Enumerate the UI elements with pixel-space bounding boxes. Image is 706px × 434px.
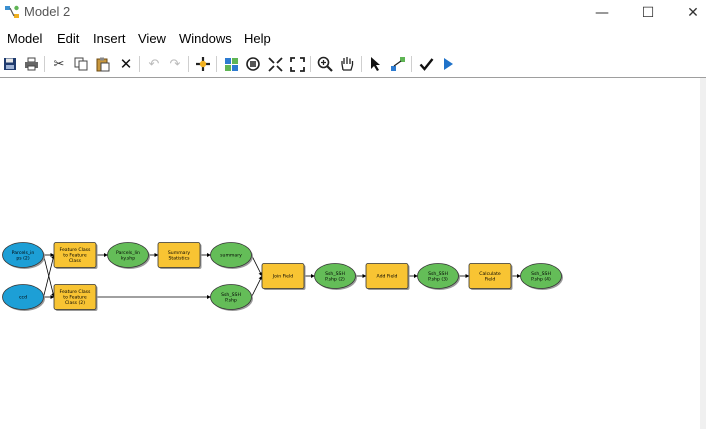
node-label: ccd [19,295,27,301]
pan-icon[interactable] [338,55,356,73]
node-label: Calculate [479,271,501,277]
node-parcels-in[interactable]: Parcels_inps (2) [2,242,46,270]
title-bar: Model 2 — ☐ ✕ [0,0,706,25]
auto-layout-icon[interactable] [222,55,240,73]
node-label: Class [69,258,82,264]
node-ssh-shp-3[interactable]: Ssh_SSHP.shp (3) [417,263,461,291]
node-label: Ssh_SSH [325,271,345,277]
fixed-zoom-out-icon[interactable] [288,55,306,73]
menu-bar: Model Edit Insert View Windows Help [0,28,706,50]
node-label: Statistics [169,255,191,261]
node-label: Summary [168,250,190,256]
paste-icon[interactable] [94,55,112,73]
minimize-button[interactable]: — [579,0,625,25]
node-fc-to-fc-2[interactable]: Feature Classto FeatureClass (2) [53,284,98,312]
model-diagram: Parcels_inps (2)ccdFeature Classto Featu… [2,242,564,312]
add-data-icon[interactable] [194,55,212,73]
connect-icon[interactable] [389,55,407,73]
redo-icon[interactable]: ↷ [166,55,184,73]
node-label: P.shp (4) [531,276,551,282]
node-label: to Feature [63,295,87,301]
zoom-in-icon[interactable] [316,55,334,73]
node-label: Ssh_SSH [221,292,241,298]
validate-icon[interactable] [417,55,435,73]
node-label: Add Field [377,274,398,280]
node-label: summary [220,253,242,259]
node-label: Join Field [272,274,293,280]
node-ssh-shp[interactable]: Ssh_SSHP.shp [210,284,254,312]
full-extent-icon[interactable] [244,55,262,73]
node-summary-stats[interactable]: SummaryStatistics [157,242,202,270]
select-icon[interactable] [367,55,385,73]
print-icon[interactable] [22,55,40,73]
connector-summary-to-join_field[interactable] [251,254,263,277]
node-label: Parcels_lin [116,250,140,256]
close-button[interactable]: ✕ [670,0,706,25]
node-label: ky.shp [121,255,135,261]
menu-view[interactable]: View [138,31,166,46]
node-ssh-shp-2[interactable]: Ssh_SSHP.shp (2) [314,263,358,291]
node-label: P.shp [225,297,237,303]
model-canvas[interactable]: Parcels_in ps (2) ccd Feature Class to Featu… [0,78,700,429]
node-label: Feature Class [60,247,92,253]
menu-help[interactable]: Help [244,31,271,46]
node-label: P.shp (2) [325,276,345,282]
window-title: Model 2 [24,4,71,19]
node-join-field[interactable]: Join Field [261,263,306,291]
node-add-field[interactable]: Add Field [365,263,410,291]
model-diagram-icon [5,5,19,18]
node-label: Ssh_SSH [428,271,448,277]
undo-icon[interactable]: ↶ [145,55,163,73]
node-calc-field[interactable]: CalculateField [468,263,513,291]
run-icon[interactable] [439,55,457,73]
vertical-scrollbar[interactable] [700,78,706,429]
maximize-button[interactable]: ☐ [625,0,671,25]
node-label: Feature Class [60,289,92,295]
fixed-zoom-in-icon[interactable] [266,55,284,73]
cut-icon[interactable]: ✂ [50,55,68,73]
save-icon[interactable] [1,55,19,73]
node-label: Ssh_SSH [531,271,551,277]
node-label: P.shp (3) [428,276,448,282]
menu-model[interactable]: Model [7,31,42,46]
node-label: ps (2) [16,255,29,261]
node-label: Field [485,276,496,282]
connector-ssh_shp-to-join_field[interactable] [251,275,263,298]
node-label: to Feature [63,253,87,259]
menu-windows[interactable]: Windows [179,31,232,46]
node-ssh-shp-4[interactable]: Ssh_SSHP.shp (4) [520,263,564,291]
node-label: Parcels_in [12,250,35,256]
node-fc-to-fc[interactable]: Feature Classto FeatureClass [53,242,98,270]
node-parcels-shp[interactable]: Parcels_linky.shp [107,242,151,270]
toolbar: ✂ ✕ ↶ ↷ [0,52,706,76]
menu-edit[interactable]: Edit [57,31,79,46]
node-ccd[interactable]: ccd [2,284,46,312]
menu-insert[interactable]: Insert [93,31,126,46]
delete-icon[interactable]: ✕ [117,55,135,73]
node-label: Class (2) [65,300,85,306]
node-summary[interactable]: summary [210,242,254,270]
copy-icon[interactable] [72,55,90,73]
